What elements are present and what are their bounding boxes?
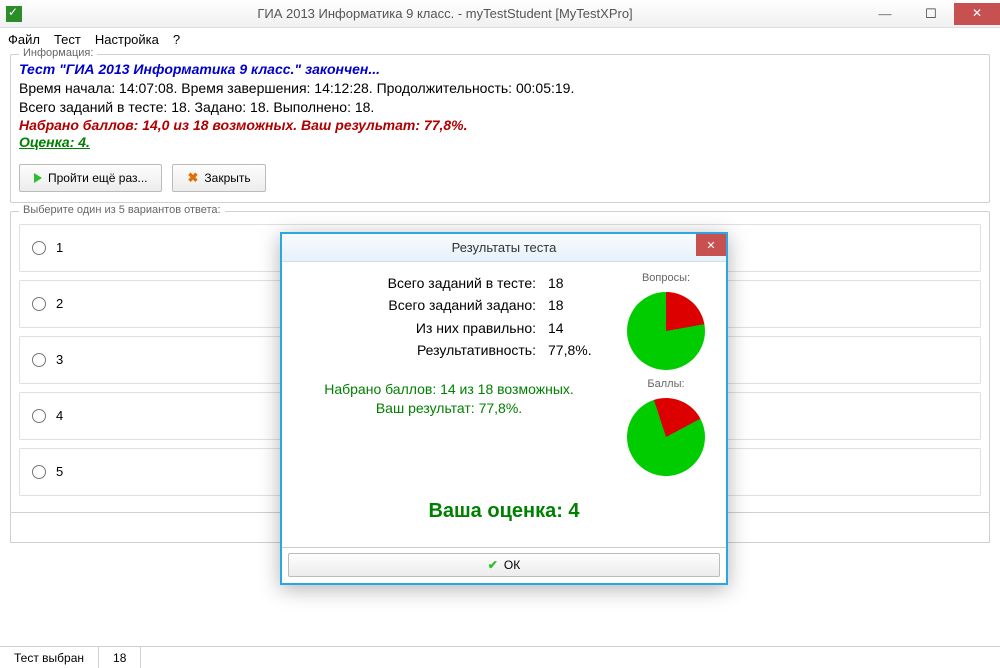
maximize-button[interactable]: ☐	[908, 3, 954, 25]
status-count: 18	[99, 647, 141, 668]
radio-2[interactable]	[32, 297, 46, 311]
green-line1: Набрано баллов: 14 из 18 возможных.	[296, 380, 602, 400]
info-time: Время начала: 14:07:08. Время завершения…	[19, 79, 981, 98]
stat-eff-val: 77,8%.	[548, 339, 598, 361]
option-label: 1	[56, 240, 63, 255]
stat-total-label: Всего заданий в тесте:	[296, 272, 548, 294]
status-left: Тест выбран	[0, 647, 99, 668]
menu-test[interactable]: Тест	[54, 32, 81, 47]
pie2-label: Баллы:	[647, 378, 684, 390]
stat-correct-val: 14	[548, 317, 598, 339]
stat-correct-label: Из них правильно:	[296, 317, 548, 339]
menu-bar: Файл Тест Настройка ?	[0, 28, 1000, 50]
pie1-label: Вопросы:	[642, 272, 690, 284]
dialog-footer: ✔ ОК	[282, 547, 726, 583]
play-icon	[34, 173, 42, 183]
option-label: 4	[56, 408, 63, 423]
stat-asked-label: Всего заданий задано:	[296, 294, 548, 316]
info-title: Тест "ГИА 2013 Информатика 9 класс." зак…	[19, 61, 981, 77]
pie-column: Вопросы: Баллы:	[620, 272, 712, 476]
radio-1[interactable]	[32, 241, 46, 255]
option-label: 5	[56, 464, 63, 479]
green-line2: Ваш результат: 77,8%.	[296, 399, 602, 419]
check-icon: ✔	[488, 558, 498, 572]
window-title: ГИА 2013 Информатика 9 класс. - myTestSt…	[28, 6, 862, 21]
radio-3[interactable]	[32, 353, 46, 367]
retry-label: Пройти ещё раз...	[48, 171, 147, 185]
button-row: Пройти ещё раз... ✖ Закрыть	[19, 164, 981, 192]
info-legend: Информация:	[19, 47, 97, 59]
grade-text: Ваша оценка: 4	[296, 500, 712, 523]
x-icon: ✖	[187, 170, 198, 186]
info-grade: Оценка: 4.	[19, 134, 981, 150]
ok-label: ОК	[504, 558, 520, 572]
app-icon	[6, 6, 22, 22]
info-panel: Информация: Тест "ГИА 2013 Информатика 9…	[10, 54, 990, 203]
window-controls: — ☐ ✕	[862, 3, 1000, 25]
dialog-title: Результаты теста	[452, 240, 557, 255]
results-dialog: Результаты теста ✕ Всего заданий в тесте…	[280, 232, 728, 585]
dialog-close-button[interactable]: ✕	[696, 234, 726, 256]
points-pie	[617, 388, 715, 486]
radio-4[interactable]	[32, 409, 46, 423]
close-window-button[interactable]: ✕	[954, 3, 1000, 25]
status-bar: Тест выбран 18	[0, 646, 1000, 668]
answers-legend: Выберите один из 5 вариантов ответа:	[19, 204, 225, 216]
minimize-button[interactable]: —	[862, 3, 908, 25]
ok-button[interactable]: ✔ ОК	[288, 553, 720, 577]
stat-eff-label: Результативность:	[296, 339, 548, 361]
close-button[interactable]: ✖ Закрыть	[172, 164, 265, 192]
option-label: 2	[56, 296, 63, 311]
retry-button[interactable]: Пройти ещё раз...	[19, 164, 162, 192]
status-filler	[141, 647, 1000, 668]
menu-settings[interactable]: Настройка	[95, 32, 159, 47]
option-label: 3	[56, 352, 63, 367]
stats-text: Всего заданий в тесте:18 Всего заданий з…	[296, 272, 602, 476]
radio-5[interactable]	[32, 465, 46, 479]
info-score: Набрано баллов: 14,0 из 18 возможных. Ва…	[19, 117, 981, 133]
dialog-body: Всего заданий в тесте:18 Всего заданий з…	[282, 262, 726, 547]
menu-file[interactable]: Файл	[8, 32, 40, 47]
close-label: Закрыть	[204, 171, 250, 185]
stat-total-val: 18	[548, 272, 598, 294]
dialog-titlebar: Результаты теста ✕	[282, 234, 726, 262]
questions-pie	[627, 292, 705, 370]
menu-help[interactable]: ?	[173, 32, 180, 47]
stat-asked-val: 18	[548, 294, 598, 316]
window-titlebar: ГИА 2013 Информатика 9 класс. - myTestSt…	[0, 0, 1000, 28]
info-tasks: Всего заданий в тесте: 18. Задано: 18. В…	[19, 98, 981, 117]
